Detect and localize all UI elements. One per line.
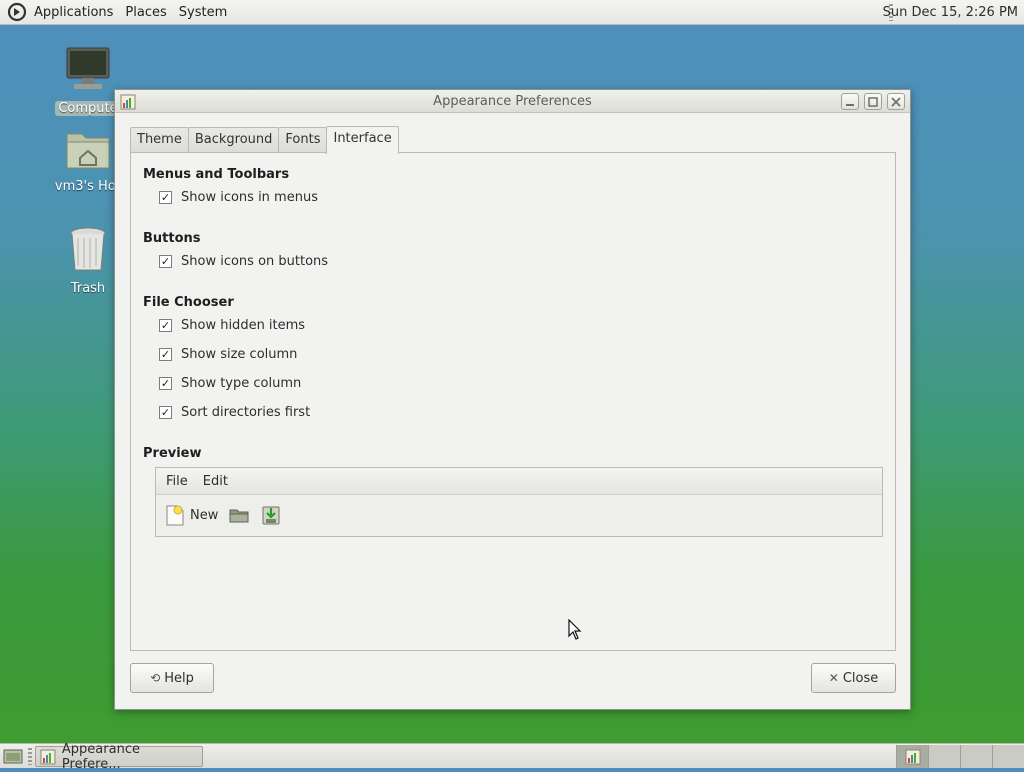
top-panel: Applications Places System Sun Dec 15, 2… — [0, 0, 1024, 25]
close-icon — [891, 96, 901, 107]
window-title: Appearance Preferences — [433, 94, 592, 109]
preview-new-button[interactable]: New — [164, 504, 218, 526]
option-label: Sort directories first — [181, 405, 311, 420]
preview-menu-edit[interactable]: Edit — [198, 474, 233, 489]
checkbox[interactable]: ✓ — [159, 319, 172, 332]
tab-interface[interactable]: Interface — [326, 126, 399, 154]
tab-background[interactable]: Background — [187, 127, 280, 153]
titlebar[interactable]: Appearance Preferences — [115, 90, 910, 113]
show-desktop-button[interactable] — [3, 747, 23, 765]
workspace-2[interactable] — [928, 745, 960, 768]
computer-icon — [66, 47, 110, 89]
option-show-hidden-items[interactable]: ✓ Show hidden items — [159, 318, 305, 333]
option-label: Show hidden items — [181, 318, 306, 333]
distro-logo-icon[interactable] — [6, 1, 28, 23]
preview-menu-file[interactable]: File — [161, 474, 193, 489]
option-show-size-column[interactable]: ✓ Show size column — [159, 347, 297, 362]
workspace-1[interactable] — [896, 745, 928, 768]
close-window-button[interactable] — [887, 93, 905, 110]
open-folder-icon — [229, 509, 249, 523]
bottom-panel: Appearance Prefere... — [0, 742, 1024, 772]
workspace-4[interactable] — [992, 745, 1024, 768]
option-sort-directories-first[interactable]: ✓ Sort directories first — [159, 405, 310, 420]
menu-places[interactable]: Places — [119, 0, 172, 25]
preview-toolbar: New — [156, 495, 882, 535]
option-show-icons-in-menus[interactable]: ✓ Show icons in menus — [159, 190, 318, 205]
tab-bar: Theme Background Fonts Interface — [130, 126, 399, 154]
option-label: Show icons in menus — [181, 190, 318, 205]
preview-menubar: File Edit — [156, 468, 882, 495]
help-button[interactable]: ⟲ Help — [130, 663, 214, 693]
minimize-button[interactable] — [841, 93, 859, 110]
help-button-label: Help — [164, 670, 194, 686]
workspace-3[interactable] — [960, 745, 992, 768]
option-label: Show icons on buttons — [181, 254, 329, 269]
trash-icon — [70, 227, 106, 271]
panel-grip — [28, 748, 32, 765]
save-icon — [262, 506, 280, 525]
option-show-type-column[interactable]: ✓ Show type column — [159, 376, 301, 391]
preview-new-label: New — [190, 507, 219, 523]
workspace-switcher — [896, 745, 1024, 768]
close-button[interactable]: ✕ Close — [811, 663, 896, 693]
taskbar-button-appearance[interactable]: Appearance Prefere... — [35, 742, 203, 772]
preview-box: File Edit New — [155, 467, 883, 537]
help-icon: ⟲ — [150, 671, 161, 685]
appearance-app-icon — [905, 749, 920, 764]
preview-save-button[interactable] — [260, 504, 282, 526]
option-show-icons-on-buttons[interactable]: ✓ Show icons on buttons — [159, 254, 328, 269]
maximize-button[interactable] — [864, 93, 882, 110]
section-title-menus-toolbars: Menus and Toolbars — [143, 167, 290, 182]
tab-theme[interactable]: Theme — [130, 127, 189, 153]
checkbox[interactable]: ✓ — [159, 377, 172, 390]
checkbox[interactable]: ✓ — [159, 406, 172, 419]
desktop-icon-label: Compute — [55, 101, 121, 116]
checkbox[interactable]: ✓ — [159, 348, 172, 361]
close-icon: ✕ — [828, 671, 839, 685]
minimize-icon — [846, 103, 854, 106]
interface-tab-panel: Menus and Toolbars ✓ Show icons in menus… — [130, 152, 896, 651]
section-title-file-chooser: File Chooser — [143, 295, 234, 310]
appearance-app-icon — [40, 749, 56, 764]
tab-fonts[interactable]: Fonts — [278, 127, 328, 153]
preview-open-button[interactable] — [228, 504, 250, 526]
menu-system[interactable]: System — [173, 0, 233, 25]
checkbox[interactable]: ✓ — [159, 255, 172, 268]
appearance-preferences-window: Appearance Preferences Theme Background … — [114, 89, 911, 710]
mouse-pointer-icon — [568, 619, 582, 640]
section-title-preview: Preview — [143, 446, 202, 461]
home-folder-icon — [66, 133, 110, 169]
option-label: Show size column — [181, 347, 298, 362]
maximize-icon — [868, 96, 878, 107]
menu-applications[interactable]: Applications — [28, 0, 119, 25]
checkbox[interactable]: ✓ — [159, 191, 172, 204]
new-document-icon — [166, 505, 184, 526]
show-desktop-icon — [3, 749, 23, 764]
desktop-icon-label: Trash — [70, 281, 106, 296]
taskbar-button-label: Appearance Prefere... — [61, 741, 140, 772]
close-button-label: Close — [842, 670, 879, 686]
clock[interactable]: Sun Dec 15, 2:26 PM — [883, 0, 1018, 25]
section-title-buttons: Buttons — [143, 231, 201, 246]
option-label: Show type column — [181, 376, 302, 391]
